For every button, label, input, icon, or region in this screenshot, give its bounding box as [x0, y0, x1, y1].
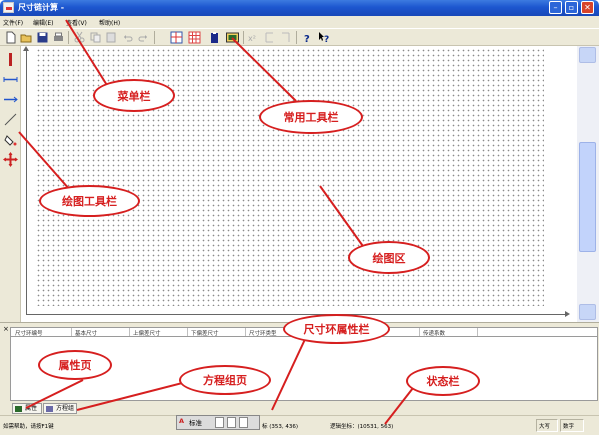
menu-edit[interactable]: 编辑(E) [33, 18, 53, 27]
svg-text:?: ? [304, 34, 310, 44]
callout-eq-page: 方程组页 [179, 365, 271, 395]
save-icon[interactable] [36, 31, 49, 44]
ime-logo-icon: A [179, 417, 185, 425]
status-bar: 如需帮助，请按F1键 标 (353, 436) 逻辑坐标：(10531, 563… [0, 415, 599, 435]
callout-common-toolbar: 常用工具栏 [259, 100, 363, 134]
bracket-alt-icon[interactable] [279, 31, 292, 44]
angle-line-icon[interactable] [3, 112, 18, 127]
calculator-icon[interactable] [226, 31, 239, 44]
column-separator [129, 328, 130, 336]
toolbar-separator [68, 31, 69, 44]
open-file-icon[interactable] [20, 31, 33, 44]
toolbar-separator [243, 31, 244, 44]
bracket-icon[interactable] [263, 31, 276, 44]
column-header[interactable]: 基本尺寸 [75, 329, 97, 337]
column-header[interactable]: 下偏差尺寸 [191, 329, 219, 337]
tab-equations[interactable]: 方程组 [43, 403, 77, 414]
column-header[interactable]: 尺寸环类型 [249, 329, 277, 337]
help-icon[interactable]: ? [301, 31, 314, 44]
draw-toolbar [0, 46, 21, 324]
new-file-icon[interactable] [4, 31, 17, 44]
status-logic-coords: 逻辑坐标：(10531, 563) [330, 424, 394, 430]
app-icon [3, 2, 14, 13]
callout-attr-page: 属性页 [38, 350, 112, 380]
ime-bar[interactable]: A 标准 [176, 415, 260, 430]
fill-icon[interactable] [3, 132, 18, 147]
maximize-button[interactable]: ▫ [565, 1, 578, 14]
menu-help[interactable]: 帮助(H) [99, 18, 120, 27]
menu-file[interactable]: 文件(F) [3, 18, 23, 27]
cut-icon[interactable] [73, 31, 86, 44]
column-header[interactable]: 传递系数 [423, 329, 445, 337]
panel-close-icon[interactable]: × [3, 325, 9, 333]
table-view-icon[interactable] [188, 31, 201, 44]
column-separator [419, 328, 420, 336]
paste-icon[interactable] [105, 31, 118, 44]
dimension-line-icon[interactable] [3, 92, 18, 107]
formula-icon[interactable]: x² [247, 31, 260, 44]
menu-bar: 文件(F) 编辑(E) 查看(V) 帮助(H) [0, 16, 599, 28]
tab-label: 方程组 [56, 405, 75, 412]
window-title: 尺寸链计算 - [18, 3, 65, 12]
move-icon[interactable] [3, 152, 18, 167]
panel-tabs: 属性 方程组 [0, 402, 599, 415]
callout-menubar: 菜单栏 [93, 79, 175, 112]
redo-icon[interactable] [137, 31, 150, 44]
context-help-icon[interactable]: ? [318, 31, 331, 44]
common-toolbar: x² ? ? [0, 28, 599, 46]
svg-text:x²: x² [248, 34, 256, 43]
vertical-scrollbar[interactable] [577, 46, 599, 322]
close-button[interactable]: ✕ [581, 1, 594, 14]
toolbar-separator [154, 31, 155, 44]
column-separator [245, 328, 246, 336]
horizontal-ring-icon[interactable] [3, 72, 18, 87]
scroll-down-button[interactable] [579, 304, 596, 320]
minimize-button[interactable]: – [549, 1, 562, 14]
scroll-up-button[interactable] [579, 47, 596, 63]
tab-label: 属性 [25, 405, 38, 412]
menu-view[interactable]: 查看(V) [66, 18, 87, 27]
callout-ring-attr: 尺寸环属性栏 [283, 314, 390, 344]
column-separator [187, 328, 188, 336]
ime-punct-icon[interactable] [227, 417, 236, 428]
callout-statusbar: 状态栏 [406, 366, 480, 396]
print-icon[interactable] [52, 31, 65, 44]
x-axis [26, 311, 570, 317]
status-help-text: 如需帮助，请按F1键 [3, 424, 54, 430]
num-indicator: 数字 [560, 419, 584, 432]
caps-indicator: 大写 [536, 419, 558, 432]
clipboard-icon[interactable] [208, 31, 221, 44]
attributes-tab-icon [15, 406, 22, 412]
ime-halfwidth-icon[interactable] [215, 417, 224, 428]
callout-draw-toolbar: 绘图工具栏 [39, 185, 140, 217]
title-bar: 尺寸链计算 - – ▫ ✕ [0, 0, 599, 16]
status-device-coords: 标 (353, 436) [262, 424, 299, 430]
grid-view-icon[interactable] [170, 31, 183, 44]
column-header[interactable]: 尺寸环编号 [15, 329, 43, 337]
svg-text:?: ? [324, 35, 329, 44]
tab-attributes[interactable]: 属性 [12, 403, 42, 414]
column-separator [71, 328, 72, 336]
scroll-thumb[interactable] [579, 142, 596, 252]
vertical-line-icon[interactable] [3, 52, 18, 67]
column-header[interactable]: 上偏差尺寸 [133, 329, 161, 337]
ime-keyboard-icon[interactable] [239, 417, 248, 428]
callout-draw-area: 绘图区 [348, 241, 430, 274]
equations-tab-icon [46, 406, 53, 412]
column-separator [477, 328, 478, 336]
y-axis [23, 46, 29, 315]
undo-icon[interactable] [121, 31, 134, 44]
ime-mode-label[interactable]: 标准 [189, 417, 202, 427]
toolbar-separator [296, 31, 297, 44]
copy-icon[interactable] [89, 31, 102, 44]
